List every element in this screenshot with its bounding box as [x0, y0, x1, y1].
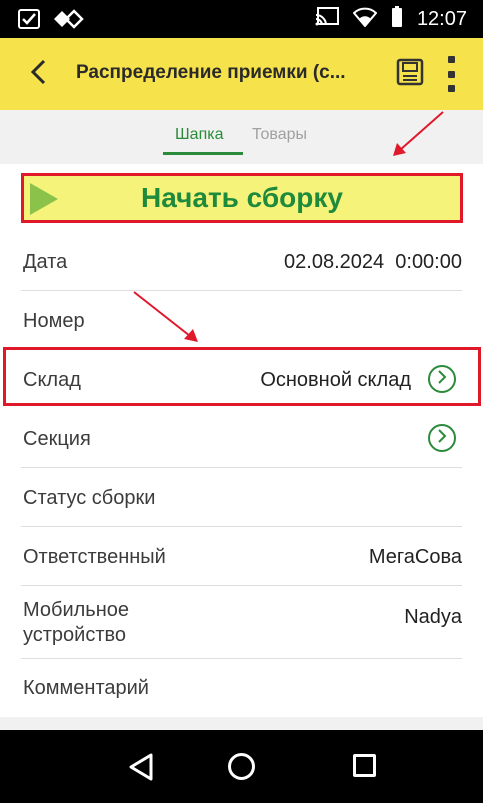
tab-header[interactable]: Шапка: [175, 126, 223, 144]
nav-home-icon[interactable]: [228, 753, 255, 780]
chevron-right-icon: [437, 428, 447, 448]
field-comment[interactable]: Комментарий: [0, 659, 483, 717]
save-button[interactable]: [396, 58, 426, 88]
cast-icon: [315, 6, 339, 32]
page-title: Распределение приемки (с...: [76, 62, 346, 83]
chevron-right-icon: [437, 369, 447, 389]
field-mobile-device[interactable]: Мобильное устройство Nadya: [0, 586, 483, 659]
nav-recent-icon[interactable]: [353, 754, 376, 777]
warehouse-open-button[interactable]: [428, 365, 456, 393]
field-warehouse-label: Склад: [23, 369, 81, 391]
section-open-button[interactable]: [428, 424, 456, 452]
status-time: 12:07: [416, 7, 467, 30]
start-assembly-label: Начать сборку: [141, 182, 343, 213]
tab-bar: Шапка Товары: [0, 110, 483, 164]
back-button[interactable]: [22, 58, 54, 90]
field-section[interactable]: Секция: [0, 409, 483, 468]
start-assembly-button[interactable]: Начать сборку: [21, 173, 463, 223]
field-number-label: Номер: [23, 310, 85, 332]
field-date[interactable]: Дата 02.08.2024 0:00:00: [0, 232, 483, 291]
status-bar: 12:07: [0, 0, 483, 38]
field-date-label: Дата: [23, 251, 68, 273]
field-responsible-value: МегаСова: [368, 546, 462, 568]
tab-active-indicator: [163, 152, 243, 155]
save-floppy-icon: [396, 58, 424, 90]
more-vert-icon[interactable]: [440, 54, 462, 94]
wifi-icon: [352, 7, 378, 32]
field-warehouse[interactable]: Склад Основной склад: [0, 350, 483, 409]
tab-goods[interactable]: Товары: [252, 126, 307, 144]
field-mobile-device-value: Nadya: [404, 606, 462, 628]
field-responsible[interactable]: Ответственный МегаСова: [0, 527, 483, 586]
back-arrow-icon: [30, 59, 46, 90]
field-assembly-status[interactable]: Статус сборки: [0, 468, 483, 527]
field-date-value: 02.08.2024 0:00:00: [284, 251, 462, 273]
field-mobile-device-label-2: устройство: [23, 624, 127, 646]
battery-icon: [391, 5, 403, 33]
field-section-label: Секция: [23, 428, 91, 450]
form-content: Шапка Товары Начать сборку Дата 02.08.20…: [0, 110, 483, 730]
diamond-link-icon: [54, 9, 84, 34]
check-box-icon: [18, 9, 40, 34]
field-assembly-status-label: Статус сборки: [23, 487, 156, 509]
field-responsible-label: Ответственный: [23, 546, 166, 568]
nav-back-icon[interactable]: [128, 753, 154, 786]
field-comment-label: Комментарий: [23, 677, 149, 699]
field-mobile-device-label-1: Мобильное: [23, 599, 130, 621]
field-warehouse-value: Основной склад: [260, 369, 411, 391]
app-bar: Распределение приемки (с...: [0, 38, 483, 110]
system-nav-bar: [0, 730, 483, 803]
field-number[interactable]: Номер: [0, 291, 483, 350]
